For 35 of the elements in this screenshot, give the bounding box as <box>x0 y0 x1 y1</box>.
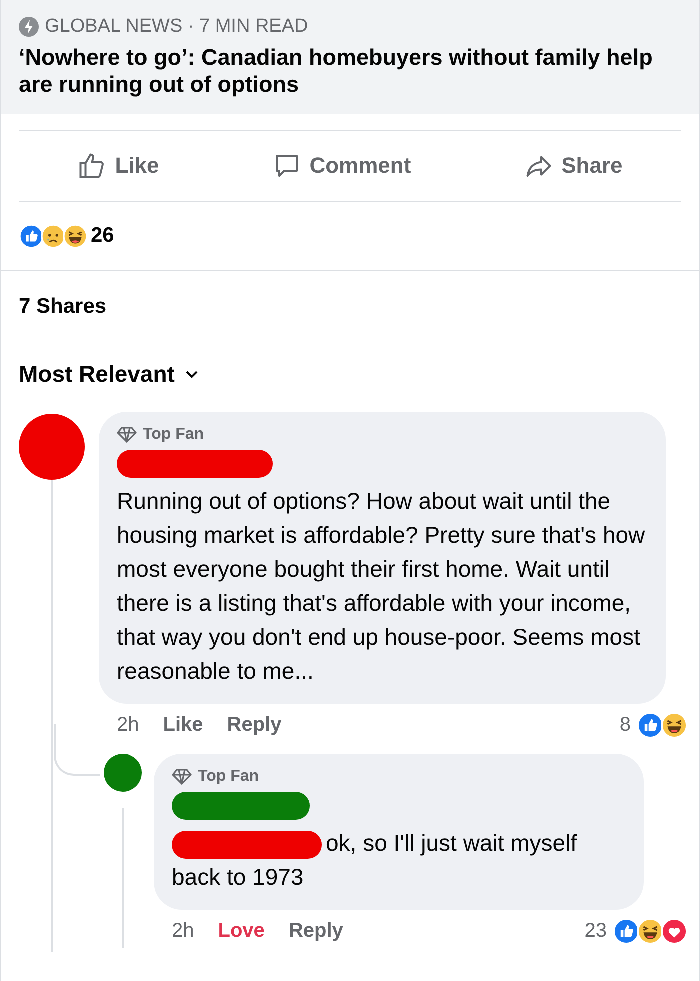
sad-reaction-icon <box>41 224 66 248</box>
like-reaction-icon <box>637 712 664 738</box>
chevron-down-icon <box>184 370 199 380</box>
comment-text: Running out of options? How about wait until the housing market is affordable? Pretty sure that's how most everyone bought their first home. Wait until there is a listing that's affordable with your income, that way you don't end up house-poor. Seems most reasonable to me... <box>117 487 646 686</box>
laughing-reaction-icon <box>637 918 664 944</box>
badge-label: Top Fan <box>143 426 204 444</box>
like-button[interactable]: Like <box>67 145 170 187</box>
comment-action-link[interactable]: Reply <box>288 920 344 942</box>
reaction-count: 26 <box>91 224 114 248</box>
comment-text: ok, so I'll just wait myself back to 1973 <box>172 829 578 892</box>
comment-time: 2h <box>117 714 140 736</box>
reaction-count: 23 <box>584 920 607 942</box>
thread-connector <box>54 724 100 776</box>
like-reaction-icon <box>19 224 44 248</box>
shares-count: 7 Shares <box>19 295 107 318</box>
avatar[interactable] <box>104 754 142 792</box>
comment-action-link[interactable]: Love <box>218 920 265 942</box>
diamond-icon <box>117 427 137 443</box>
laughing-reaction-icon <box>661 712 688 738</box>
comment-button[interactable]: Comment <box>262 145 422 187</box>
badge-label: Top Fan <box>198 768 260 786</box>
like-reaction-icon <box>613 918 640 944</box>
sort-dropdown[interactable]: Most Relevant <box>19 361 199 388</box>
reaction-count: 8 <box>620 714 631 736</box>
comment-time: 2h <box>172 920 194 942</box>
diamond-icon <box>172 769 192 785</box>
article-title: ‘Nowhere to go’: Canadian homebuyers without family help are running out of options <box>19 44 654 98</box>
bolt-icon <box>19 17 39 37</box>
comment-action-link[interactable]: Reply <box>227 714 282 736</box>
article-header[interactable]: GLOBAL NEWS · 7 MIN READ ‘Nowhere to go’: Canadian homebuyers without family help are running out of options <box>1 0 699 114</box>
laughing-reaction-icon <box>63 224 88 248</box>
share-button[interactable]: Share <box>514 145 633 187</box>
heart-reaction-icon <box>661 918 688 944</box>
comment-action-link[interactable]: Like <box>163 714 204 736</box>
article-source: GLOBAL NEWS · 7 MIN READ <box>45 16 308 38</box>
